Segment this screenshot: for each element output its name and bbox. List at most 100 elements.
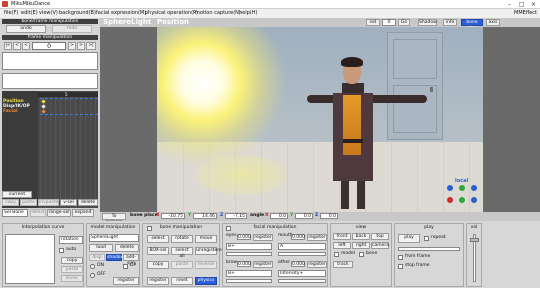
menu-file[interactable]: file(F)	[4, 10, 18, 16]
menu-physical-operation[interactable]: physical operation(P)	[145, 10, 198, 16]
other-value-input[interactable]: 0.000	[291, 261, 305, 267]
from-frame-checkbox[interactable]	[398, 255, 403, 260]
load-model-button[interactable]: load	[89, 244, 113, 252]
first-frame-button[interactable]: |<	[4, 42, 12, 50]
interp-copy-button[interactable]: copy	[61, 257, 83, 264]
model-register-button[interactable]: register	[113, 277, 139, 285]
bone-z-input[interactable]: -7.15	[225, 213, 247, 219]
mouth-register-button[interactable]: register	[307, 234, 327, 241]
frame-list-box[interactable]	[2, 52, 98, 70]
frame-number-input[interactable]: 0	[32, 42, 66, 50]
interpolation-curve-graph[interactable]	[5, 234, 55, 284]
bone-reverse-button[interactable]: reverse	[195, 261, 217, 269]
disp-button[interactable]: disp	[89, 254, 105, 261]
box-sel-button[interactable]: BOX-sel	[147, 247, 169, 255]
eyes-register-button[interactable]: register	[253, 234, 273, 241]
view-back-button[interactable]: back	[352, 233, 370, 240]
interp-linear-button[interactable]: linear	[61, 275, 83, 282]
to-camera-button[interactable]: To camera	[102, 213, 126, 225]
info-button[interactable]: info	[443, 19, 457, 26]
move-x-icon[interactable]	[447, 197, 453, 203]
rotate-x-icon[interactable]	[447, 185, 453, 191]
current-button[interactable]: current	[2, 191, 32, 198]
interp-paste-button[interactable]: paste	[61, 266, 83, 273]
bone-reset-button[interactable]: reset	[171, 277, 193, 285]
play-position-slider[interactable]	[398, 247, 460, 251]
select-all-button[interactable]: select all	[171, 247, 193, 259]
go-button[interactable]: Go	[398, 19, 410, 26]
bone-view-button[interactable]: bone view	[461, 19, 483, 31]
close-button[interactable]: ×	[531, 1, 536, 8]
bone-rotate-button[interactable]: rotate	[171, 235, 193, 243]
off-radio[interactable]	[90, 273, 95, 278]
menu-motion-capture[interactable]: motion capture(N)	[195, 10, 241, 16]
view-bone-checkbox[interactable]	[359, 252, 364, 257]
angle-y-input[interactable]: 0.0	[295, 213, 313, 219]
delete-model-button[interactable]: delete	[115, 244, 139, 252]
expand-button[interactable]: expand	[72, 209, 94, 217]
move-y-icon[interactable]	[459, 197, 465, 203]
prev-frame-button[interactable]: <	[22, 42, 30, 50]
set-frame-input[interactable]: 0	[382, 19, 396, 26]
copy-frame-button[interactable]: copy	[2, 199, 19, 206]
menu-background[interactable]: background(B)	[59, 10, 96, 16]
stop-frame-checkbox[interactable]	[398, 264, 403, 269]
physics-button[interactable]: physics	[195, 277, 217, 285]
invpaste-button[interactable]: invpaste	[38, 199, 59, 206]
minimize-button[interactable]: –	[508, 1, 511, 8]
angle-z-input[interactable]: 0.0	[320, 213, 338, 219]
undo-button[interactable]: undo	[6, 25, 46, 33]
other-slider[interactable]	[278, 279, 326, 283]
bone-register-button[interactable]: register	[147, 277, 169, 285]
mouth-slider[interactable]	[278, 252, 326, 256]
bone-move-button[interactable]: move	[195, 235, 217, 243]
paste-frame-button[interactable]: paste	[20, 199, 37, 206]
view-track-button[interactable]: track	[333, 261, 353, 268]
play-button[interactable]: play	[398, 234, 420, 243]
auto-checkbox[interactable]	[59, 248, 64, 253]
axis-button[interactable]: axis	[486, 19, 500, 26]
mouth-value-input[interactable]: 0.000	[291, 234, 305, 240]
brow-morph-select[interactable]: B+	[226, 270, 272, 277]
bone-select-button[interactable]: select	[147, 235, 169, 243]
brow-value-input[interactable]: 0.000	[237, 261, 251, 267]
view-right-button[interactable]: right	[352, 242, 370, 249]
bone-copy-button[interactable]: copy	[147, 261, 169, 269]
range-sel-button[interactable]: range-sel	[47, 209, 71, 217]
view-top-button[interactable]: top	[371, 233, 389, 240]
op-checkbox[interactable]	[123, 264, 128, 269]
set-button[interactable]: set	[366, 19, 380, 26]
view-model-checkbox[interactable]	[334, 252, 339, 257]
last-frame-button[interactable]: >|	[86, 42, 96, 50]
view-left-button[interactable]: left	[333, 242, 351, 249]
viewport[interactable]: local	[100, 27, 540, 212]
model-select[interactable]: SphereLight	[89, 234, 139, 242]
eyes-slider[interactable]	[226, 252, 272, 256]
bone-x-input[interactable]: -10.75	[161, 213, 185, 219]
on-radio[interactable]	[90, 264, 95, 269]
view-front-button[interactable]: front	[333, 233, 351, 240]
volume-slider-thumb[interactable]	[470, 238, 479, 242]
next-key-button[interactable]: >	[77, 42, 85, 50]
view-camera-button[interactable]: camera	[371, 242, 389, 249]
eyes-morph-select[interactable]: B+	[226, 243, 272, 250]
prev-key-button[interactable]: <	[13, 42, 21, 50]
menu-facial-expression[interactable]: facial expression(M)	[96, 10, 146, 16]
redo-button[interactable]: redo	[52, 25, 92, 33]
v-sel-button[interactable]: v-sel	[60, 199, 77, 206]
select-button[interactable]: select	[30, 209, 46, 217]
maximize-button[interactable]: □	[519, 1, 525, 8]
menu-mmeffect[interactable]: MMEffect	[514, 10, 537, 16]
other-morph-select[interactable]: Intensity+	[278, 270, 326, 277]
3d-scene[interactable]: local	[157, 27, 483, 212]
brow-register-button[interactable]: register	[253, 261, 273, 268]
move-z-icon[interactable]	[471, 197, 477, 203]
sel-bone-select[interactable]: Sel Bone	[2, 209, 28, 217]
interp-type-select[interactable]: rotation	[59, 236, 83, 244]
bone-y-input[interactable]: 14.46	[193, 213, 217, 219]
track-facial[interactable]: Facial	[3, 109, 18, 114]
shadow-button[interactable]: Shadow	[418, 19, 437, 26]
menu-help[interactable]: help(H)	[239, 10, 257, 16]
eyes-value-input[interactable]: 0.000	[237, 234, 251, 240]
angle-x-input[interactable]: 0.0	[270, 213, 288, 219]
